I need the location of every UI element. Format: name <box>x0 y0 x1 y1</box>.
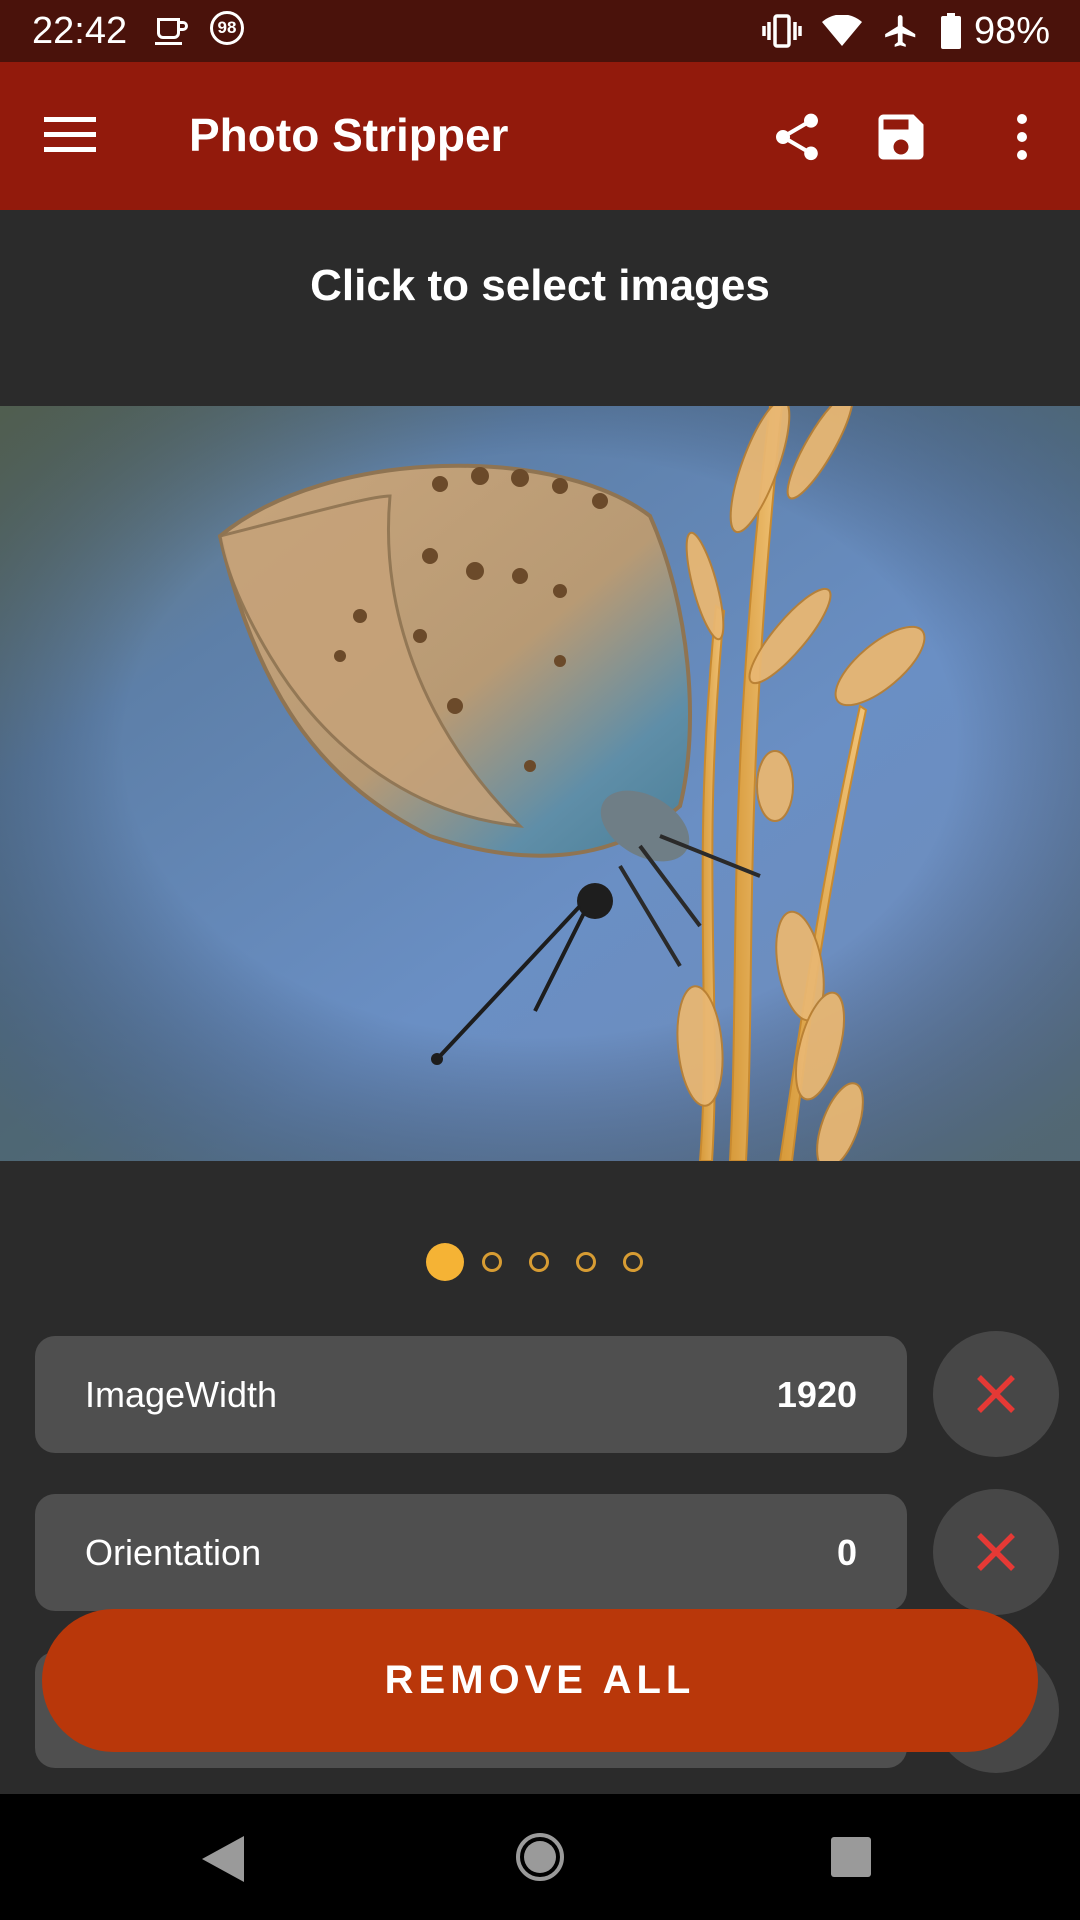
notification-badge: 98 <box>210 11 244 45</box>
save-icon <box>878 114 924 160</box>
status-bar: 22:42 98 98% <box>0 0 1080 62</box>
metadata-key: Orientation <box>85 1532 262 1573</box>
pager-dot-5[interactable] <box>623 1252 643 1272</box>
back-icon[interactable] <box>200 1834 246 1884</box>
remove-all-button[interactable]: REMOVE ALL <box>42 1609 1038 1752</box>
image-pager-indicator <box>0 1243 1080 1283</box>
share-icon <box>776 113 818 161</box>
metadata-row-orientation: Orientation 0 <box>35 1494 907 1611</box>
menu-icon <box>44 117 96 152</box>
more-vert-icon <box>1017 114 1027 160</box>
battery-percent: 98% <box>973 10 1050 52</box>
pager-dot-4[interactable] <box>576 1252 596 1272</box>
status-icons: 98% <box>762 8 1050 54</box>
navigation-bar <box>0 1794 1080 1920</box>
home-icon[interactable] <box>515 1832 565 1882</box>
share-button[interactable] <box>762 102 832 172</box>
coffee-cup-icon <box>155 18 188 45</box>
metadata-value: 0 <box>836 1532 857 1573</box>
wifi-icon <box>821 15 862 46</box>
menu-button[interactable] <box>34 102 106 168</box>
pager-dot-1[interactable] <box>426 1243 464 1281</box>
metadata-key: ImageWidth <box>85 1374 278 1415</box>
selected-photo[interactable] <box>0 406 1080 1161</box>
metadata-row-imagewidth: ImageWidth 1920 <box>35 1336 907 1453</box>
more-options-button[interactable] <box>990 102 1054 172</box>
delete-imagewidth-button[interactable] <box>933 1331 1059 1457</box>
recents-icon[interactable] <box>831 1837 871 1877</box>
app-title: Photo Stripper <box>189 109 509 161</box>
select-images-prompt[interactable]: Click to select images <box>0 258 1080 314</box>
metadata-value: 1920 <box>776 1374 857 1415</box>
airplane-icon <box>885 15 916 47</box>
close-icon <box>977 1375 1015 1413</box>
vibrate-icon <box>762 14 802 48</box>
close-icon <box>977 1533 1015 1571</box>
status-time: 22:42 <box>32 10 128 52</box>
delete-orientation-button[interactable] <box>933 1489 1059 1615</box>
app-bar: Photo Stripper <box>0 62 1080 210</box>
butterfly-photo-image <box>0 406 1080 1161</box>
pager-dot-3[interactable] <box>529 1252 549 1272</box>
battery-icon <box>940 13 961 49</box>
save-button[interactable] <box>866 102 936 172</box>
pager-dot-2[interactable] <box>482 1252 502 1272</box>
